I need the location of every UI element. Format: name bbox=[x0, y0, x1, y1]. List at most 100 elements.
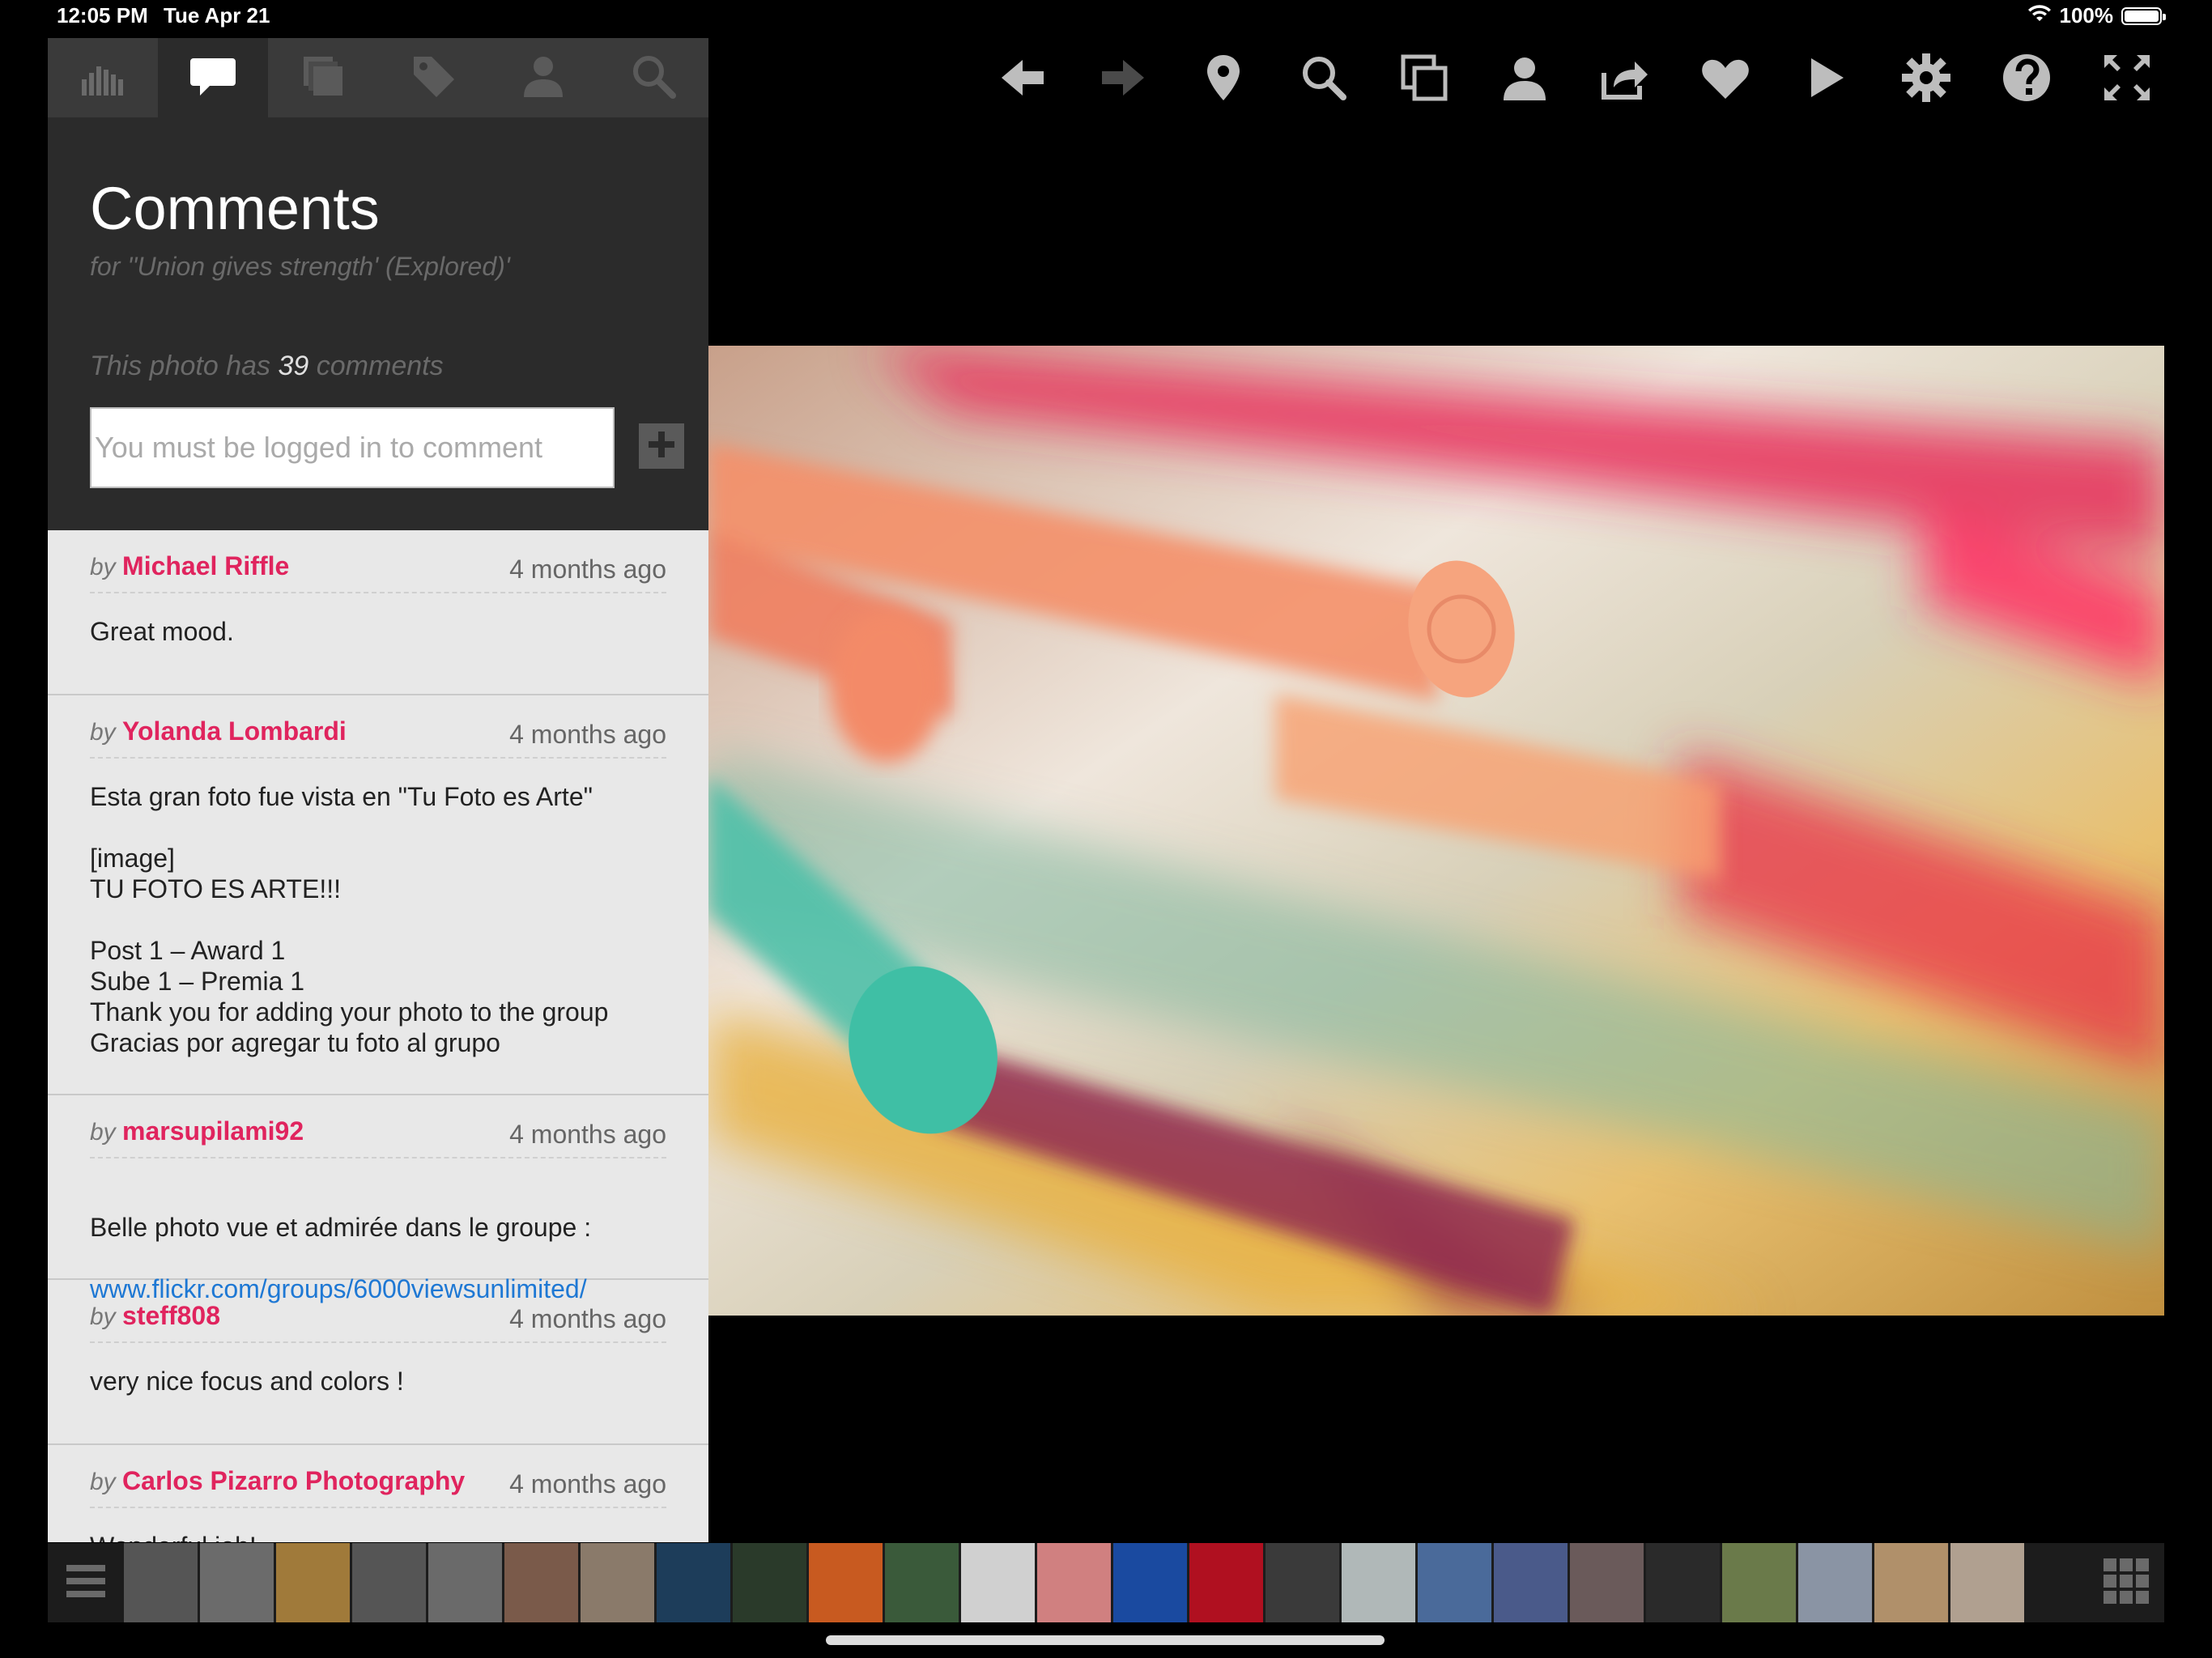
thumbnail[interactable] bbox=[1646, 1543, 1722, 1622]
share-icon bbox=[1599, 52, 1651, 108]
share-button[interactable] bbox=[1597, 47, 1653, 112]
zoom-button[interactable] bbox=[1295, 47, 1352, 112]
favorite-button[interactable] bbox=[1697, 47, 1754, 112]
thumbnail[interactable] bbox=[1113, 1543, 1189, 1622]
page-subtitle: for ''Union gives strength' (Explored)' bbox=[90, 252, 510, 281]
thumbnail[interactable] bbox=[1874, 1543, 1950, 1622]
thumbnail[interactable] bbox=[504, 1543, 581, 1622]
add-comment-button[interactable] bbox=[639, 423, 684, 469]
thumbnail[interactable] bbox=[1342, 1543, 1418, 1622]
count-suffix: comments bbox=[316, 351, 444, 381]
thumbnail[interactable] bbox=[124, 1543, 200, 1622]
thumbnail[interactable] bbox=[1798, 1543, 1874, 1622]
person-icon bbox=[517, 50, 569, 106]
tab-stats[interactable] bbox=[48, 38, 158, 117]
tab-search[interactable] bbox=[598, 38, 708, 117]
comment-body: very nice focus and colors ! bbox=[90, 1367, 404, 1396]
thumbnail[interactable] bbox=[1494, 1543, 1570, 1622]
list-item: by Carlos Pizarro Photography 4 months a… bbox=[48, 1445, 708, 1542]
grid-view-button[interactable] bbox=[2088, 1543, 2164, 1622]
comment-time: 4 months ago bbox=[509, 1304, 666, 1333]
person-icon bbox=[1499, 52, 1551, 108]
count-prefix: This photo has bbox=[90, 351, 271, 381]
thumbnail[interactable] bbox=[1570, 1543, 1646, 1622]
by-label: by bbox=[90, 1303, 116, 1330]
hamburger-menu-icon bbox=[65, 1560, 107, 1606]
thumbnail[interactable] bbox=[885, 1543, 961, 1622]
slideshow-button[interactable] bbox=[1797, 47, 1854, 112]
comment-byline: by Michael Riffle bbox=[90, 551, 289, 581]
play-icon bbox=[1800, 52, 1852, 108]
comment-author[interactable]: marsupilami92 bbox=[122, 1116, 304, 1146]
main-photo[interactable] bbox=[708, 346, 2164, 1316]
comment-count: This photo has 39 comments bbox=[90, 351, 444, 382]
thumbnail[interactable] bbox=[733, 1543, 809, 1622]
thumbnail[interactable] bbox=[276, 1543, 352, 1622]
thumbnail[interactable] bbox=[581, 1543, 657, 1622]
comment-author[interactable]: steff808 bbox=[122, 1301, 220, 1330]
tab-person[interactable] bbox=[488, 38, 598, 117]
plus-icon bbox=[645, 428, 678, 465]
grid-icon bbox=[2102, 1557, 2150, 1609]
comment-header: by Michael Riffle 4 months ago bbox=[90, 546, 666, 593]
comment-author[interactable]: Michael Riffle bbox=[122, 551, 289, 580]
settings-button[interactable] bbox=[1898, 47, 1955, 112]
comment-list: by Michael Riffle 4 months ago Great moo… bbox=[48, 530, 708, 1542]
filmstrip bbox=[48, 1543, 2164, 1622]
previous-button[interactable] bbox=[994, 47, 1051, 112]
thumbnail[interactable] bbox=[1189, 1543, 1266, 1622]
status-date: Tue Apr 21 bbox=[164, 3, 270, 28]
list-item: by marsupilami92 4 months ago Belle phot… bbox=[48, 1095, 708, 1303]
stats-icon bbox=[77, 50, 129, 106]
thumbnail[interactable] bbox=[352, 1543, 428, 1622]
comment-input[interactable] bbox=[90, 407, 615, 488]
help-icon bbox=[2001, 52, 2052, 108]
comment-byline: by marsupilami92 bbox=[90, 1116, 304, 1146]
by-label: by bbox=[90, 719, 116, 746]
comment-byline: by steff808 bbox=[90, 1301, 220, 1331]
location-button[interactable] bbox=[1195, 47, 1252, 112]
heart-icon bbox=[1699, 52, 1751, 108]
next-button[interactable] bbox=[1095, 47, 1151, 112]
thumbnail-current[interactable] bbox=[1037, 1543, 1113, 1622]
by-label: by bbox=[90, 1119, 116, 1146]
comment-byline: by Yolanda Lombardi bbox=[90, 716, 347, 746]
tab-comments[interactable] bbox=[158, 38, 268, 117]
status-bar: 12:05 PM Tue Apr 21 100% bbox=[0, 0, 2212, 32]
tab-sets[interactable] bbox=[268, 38, 378, 117]
tab-tags[interactable] bbox=[378, 38, 488, 117]
sets-icon bbox=[297, 50, 349, 106]
comment-author[interactable]: Yolanda Lombardi bbox=[122, 716, 347, 746]
thumbnail-row bbox=[124, 1543, 2088, 1622]
thumbnail[interactable] bbox=[961, 1543, 1037, 1622]
thumbnail[interactable] bbox=[1950, 1543, 2027, 1622]
comment-header: by steff808 4 months ago bbox=[90, 1296, 666, 1343]
comment-author[interactable]: Carlos Pizarro Photography bbox=[122, 1466, 465, 1495]
comment-header: by Carlos Pizarro Photography 4 months a… bbox=[90, 1461, 666, 1508]
help-button[interactable] bbox=[1998, 47, 2055, 112]
thumbnail[interactable] bbox=[1722, 1543, 1798, 1622]
fullscreen-button[interactable] bbox=[2099, 47, 2155, 112]
search-icon bbox=[1298, 52, 1350, 108]
fullscreen-icon bbox=[2101, 52, 2153, 108]
panel-header: Comments for ''Union gives strength' (Ex… bbox=[48, 117, 708, 530]
comment-time: 4 months ago bbox=[509, 720, 666, 749]
list-item: by Yolanda Lombardi 4 months ago Esta gr… bbox=[48, 695, 708, 1095]
arrow-right-icon bbox=[1097, 52, 1149, 108]
thumbnail[interactable] bbox=[200, 1543, 276, 1622]
thumbnail[interactable] bbox=[1266, 1543, 1342, 1622]
status-right: 100% bbox=[2027, 3, 2166, 28]
home-indicator[interactable] bbox=[826, 1635, 1385, 1645]
thumbnail[interactable] bbox=[1418, 1543, 1494, 1622]
count-number: 39 bbox=[278, 351, 309, 381]
sets-button[interactable] bbox=[1396, 47, 1453, 112]
panel-tabbar bbox=[48, 38, 708, 117]
search-icon bbox=[627, 50, 679, 106]
thumbnail[interactable] bbox=[657, 1543, 733, 1622]
battery-icon bbox=[2121, 6, 2166, 25]
status-time: 12:05 PM bbox=[57, 3, 148, 28]
thumbnail[interactable] bbox=[428, 1543, 504, 1622]
filmstrip-menu-button[interactable] bbox=[48, 1543, 124, 1622]
profile-button[interactable] bbox=[1496, 47, 1553, 112]
thumbnail[interactable] bbox=[809, 1543, 885, 1622]
